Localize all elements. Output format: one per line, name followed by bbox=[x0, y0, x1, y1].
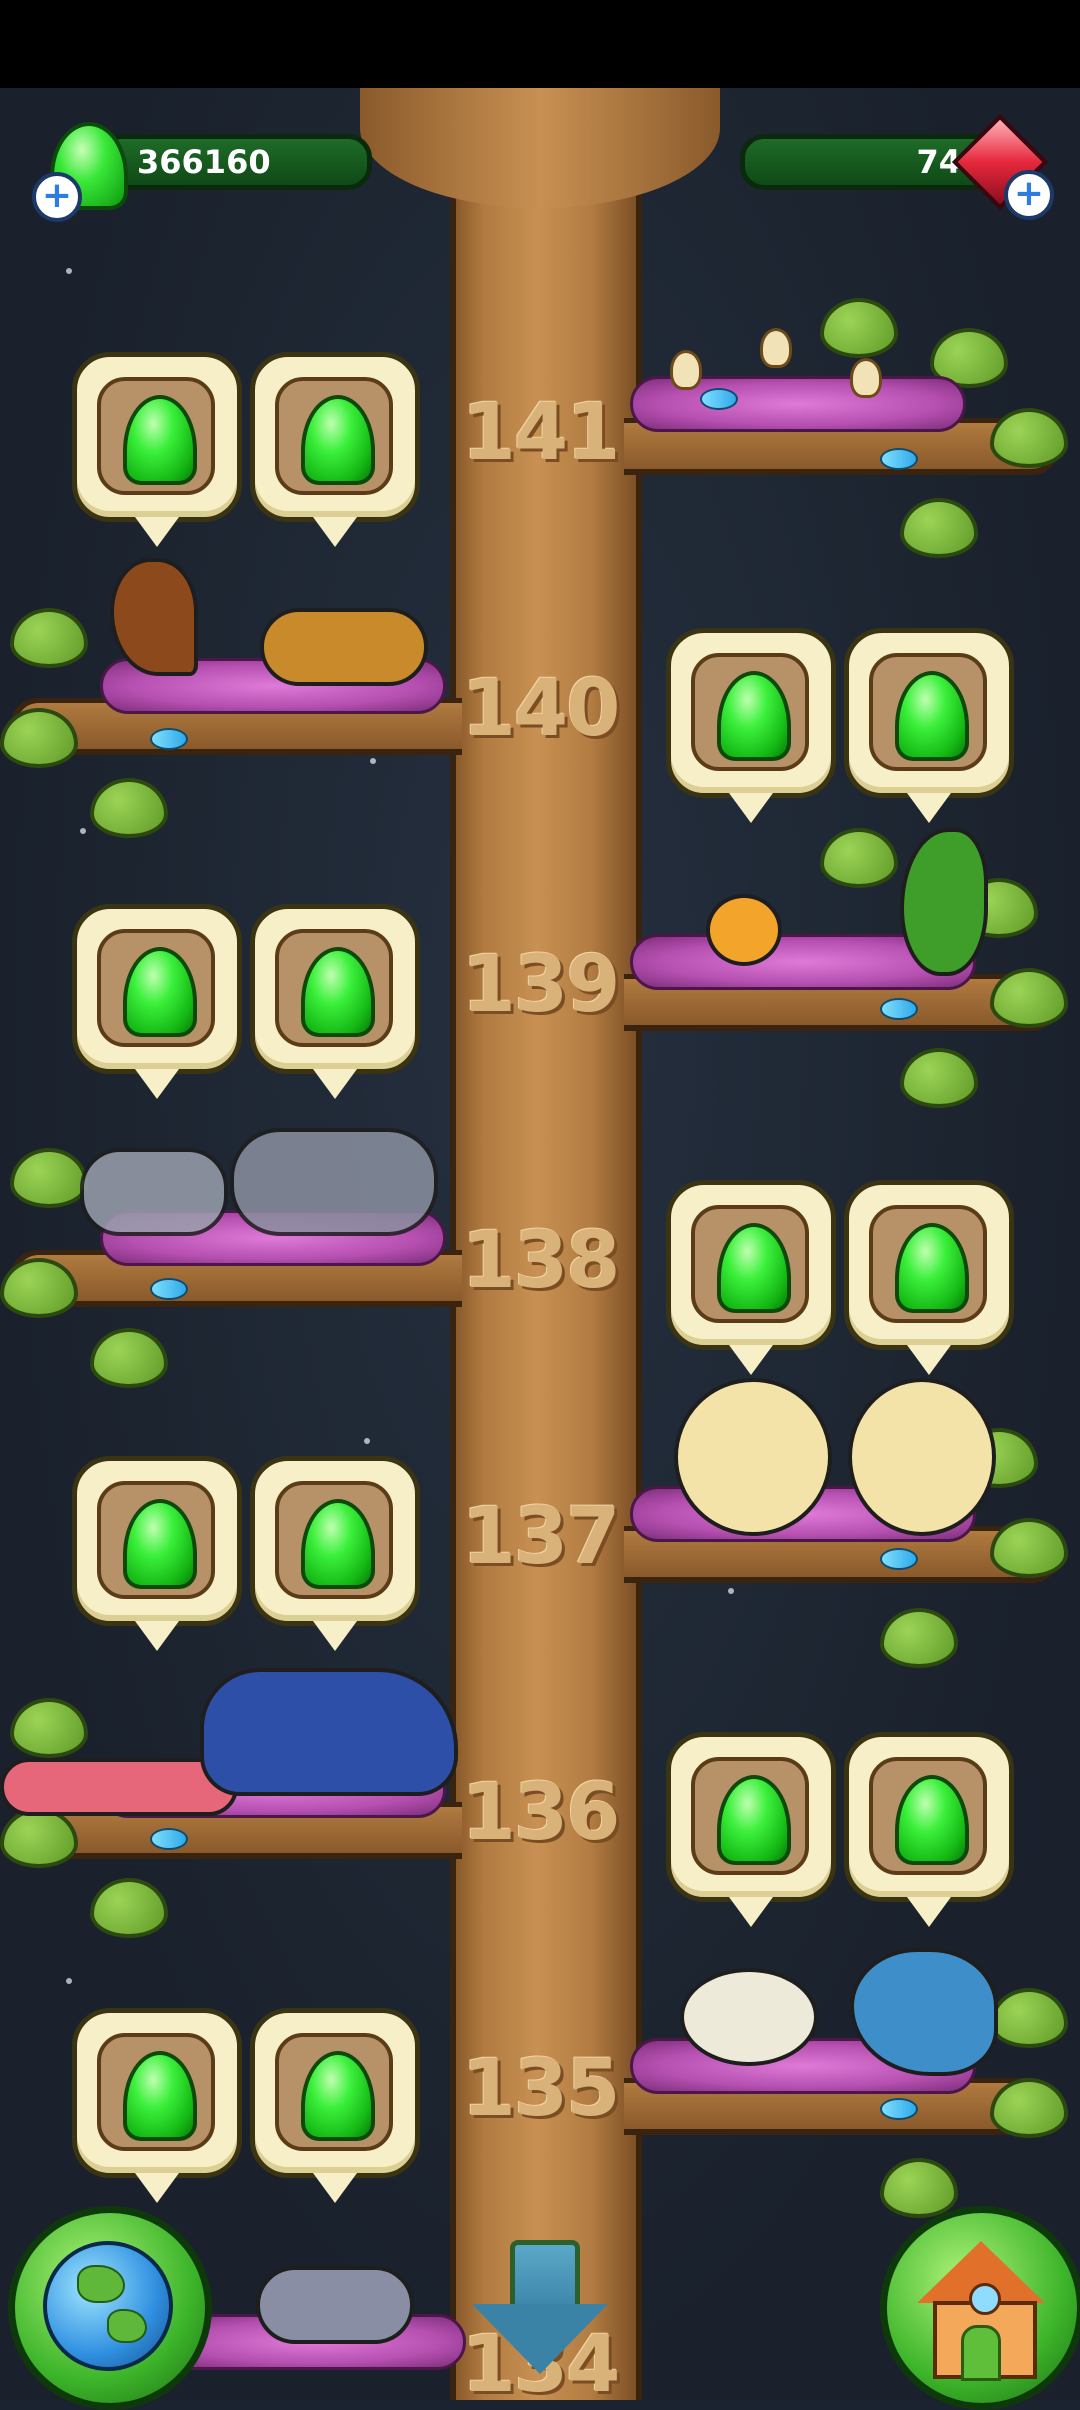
down-arrow-head bbox=[472, 2304, 608, 2374]
star bbox=[728, 1588, 734, 1594]
star bbox=[364, 1438, 370, 1444]
gem-slot[interactable] bbox=[250, 2008, 420, 2203]
scroll-down-button[interactable] bbox=[472, 2240, 608, 2380]
house-window bbox=[969, 2283, 1001, 2315]
leaf bbox=[990, 968, 1068, 1028]
world-map-button[interactable] bbox=[8, 2206, 212, 2410]
add-gems-button[interactable]: + bbox=[32, 172, 82, 222]
leaf bbox=[820, 828, 898, 888]
level-number-139: 139 bbox=[461, 940, 621, 1030]
star bbox=[80, 828, 86, 834]
continent bbox=[77, 2265, 125, 2303]
mantis-creature[interactable] bbox=[900, 828, 988, 976]
leaf bbox=[820, 298, 898, 358]
butterfly-icon bbox=[880, 448, 918, 470]
leaf bbox=[10, 1148, 88, 1208]
level-number-136: 136 bbox=[461, 1768, 621, 1858]
frilled-lizard-creature[interactable] bbox=[674, 1378, 832, 1536]
leaf bbox=[880, 2158, 958, 2218]
green-gem-icon bbox=[123, 947, 197, 1037]
green-gem-icon bbox=[301, 395, 375, 485]
gem-slot[interactable] bbox=[844, 1180, 1014, 1375]
leaf bbox=[990, 408, 1068, 468]
leaf bbox=[10, 1698, 88, 1758]
level-number-141: 141 bbox=[461, 388, 621, 478]
level-number-135: 135 bbox=[461, 2044, 621, 2134]
leaf bbox=[990, 2078, 1068, 2138]
tree-top bbox=[360, 88, 720, 208]
gray-mouse-creature[interactable] bbox=[256, 2266, 414, 2344]
green-gem-icon bbox=[895, 671, 969, 761]
green-gem-icon bbox=[895, 1223, 969, 1313]
leaf bbox=[90, 1878, 168, 1938]
leaf bbox=[990, 1518, 1068, 1578]
whale-creature[interactable] bbox=[200, 1668, 458, 1796]
orange-chick-creature[interactable] bbox=[706, 894, 782, 966]
status-bar bbox=[0, 0, 1080, 88]
leaf bbox=[90, 1328, 168, 1388]
flower bbox=[760, 328, 792, 368]
gem-slot[interactable] bbox=[72, 352, 242, 547]
butterfly-icon bbox=[880, 998, 918, 1020]
green-gem-icon bbox=[717, 1775, 791, 1865]
butterfly-icon bbox=[880, 1548, 918, 1570]
globe-icon bbox=[43, 2241, 173, 2371]
gem-count: 366160 bbox=[137, 143, 271, 181]
flower-sprout-creature[interactable] bbox=[680, 1968, 818, 2066]
giraffe-creature[interactable] bbox=[260, 608, 428, 686]
leaf bbox=[990, 1988, 1068, 2048]
continent bbox=[107, 2309, 147, 2343]
leaf bbox=[10, 608, 88, 668]
gem-slot[interactable] bbox=[250, 352, 420, 547]
green-gem-icon bbox=[123, 1499, 197, 1589]
butterfly-icon bbox=[150, 728, 188, 750]
gem-slot[interactable] bbox=[666, 1180, 836, 1375]
gem-slot[interactable] bbox=[72, 2008, 242, 2203]
level-number-140: 140 bbox=[461, 664, 621, 754]
gem-slot[interactable] bbox=[250, 904, 420, 1099]
gem-slot[interactable] bbox=[250, 1456, 420, 1651]
ghost-bunny-creature[interactable] bbox=[80, 1148, 228, 1236]
green-gem-icon bbox=[123, 2051, 197, 2141]
star bbox=[370, 758, 376, 764]
star bbox=[66, 1978, 72, 1984]
green-gem-icon bbox=[717, 1223, 791, 1313]
gem-slot[interactable] bbox=[72, 1456, 242, 1651]
leaf bbox=[900, 1048, 978, 1108]
leaf bbox=[900, 498, 978, 558]
green-gem-icon bbox=[301, 947, 375, 1037]
gem-slot[interactable] bbox=[666, 628, 836, 823]
level-number-137: 137 bbox=[461, 1492, 621, 1582]
green-gem-icon bbox=[123, 395, 197, 485]
green-gem-icon bbox=[301, 2051, 375, 2141]
frilled-lizard-creature[interactable] bbox=[848, 1378, 996, 1536]
home-button[interactable] bbox=[880, 2206, 1080, 2410]
add-rubies-button[interactable]: + bbox=[1004, 170, 1054, 220]
gem-slot[interactable] bbox=[666, 1732, 836, 1927]
gem-slot[interactable] bbox=[844, 1732, 1014, 1927]
level-number-138: 138 bbox=[461, 1216, 621, 1306]
butterfly-icon bbox=[150, 1278, 188, 1300]
tree-scene[interactable]: 141 140 139 138 137 136 135 134 bbox=[0, 88, 1080, 2400]
butterfly-icon bbox=[150, 1828, 188, 1850]
butterfly-icon bbox=[700, 388, 738, 410]
green-gem-icon bbox=[895, 1775, 969, 1865]
butterfly-icon bbox=[880, 2098, 918, 2120]
gem-slot[interactable] bbox=[72, 904, 242, 1099]
house-door bbox=[961, 2325, 1001, 2381]
star bbox=[66, 268, 72, 274]
leaf bbox=[90, 778, 168, 838]
gem-slot[interactable] bbox=[844, 628, 1014, 823]
leaf bbox=[880, 1608, 958, 1668]
gem-counter-bar: 366160 bbox=[98, 134, 372, 190]
green-gem-icon bbox=[301, 1499, 375, 1589]
flower bbox=[670, 350, 702, 390]
flower bbox=[850, 358, 882, 398]
ghost-bunny-creature[interactable] bbox=[230, 1128, 438, 1236]
green-gem-icon bbox=[717, 671, 791, 761]
